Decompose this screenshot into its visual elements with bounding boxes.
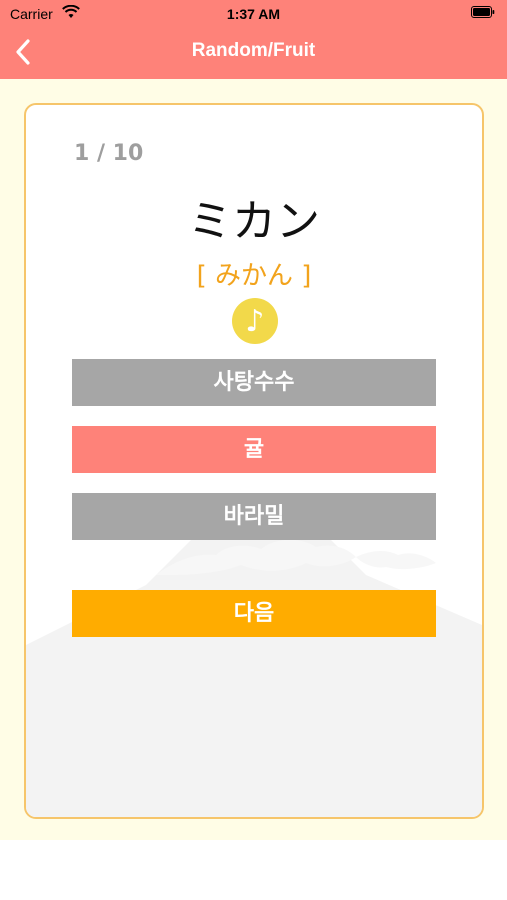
navigation-bar: Random/Fruit (0, 28, 507, 78)
answer-choice-2[interactable]: 귤 (72, 426, 436, 473)
next-button[interactable]: 다음 (72, 590, 436, 637)
answer-choice-1[interactable]: 사탕수수 (72, 359, 436, 406)
battery-icon (471, 6, 495, 18)
status-time: 1:37 AM (226, 6, 281, 22)
answer-choice-3[interactable]: 바라밀 (72, 493, 436, 540)
word-reading: [ みかん ] (196, 261, 312, 291)
nav-title: Random/Fruit (191, 40, 316, 61)
play-sound-button[interactable]: ♪ (232, 298, 278, 344)
quiz-card: 1 / 10 ミカン [ みかん ] ♪ 사탕수수 귤 바라밀 다음 (24, 103, 484, 819)
progress-counter: 1 / 10 (74, 141, 144, 166)
music-note-icon: ♪ (245, 304, 265, 339)
top-bar: Carrier 1:37 AM Random/Fruit (0, 0, 507, 79)
status-bar: Carrier 1:37 AM (0, 0, 507, 28)
question-word: ミカン (188, 196, 320, 247)
